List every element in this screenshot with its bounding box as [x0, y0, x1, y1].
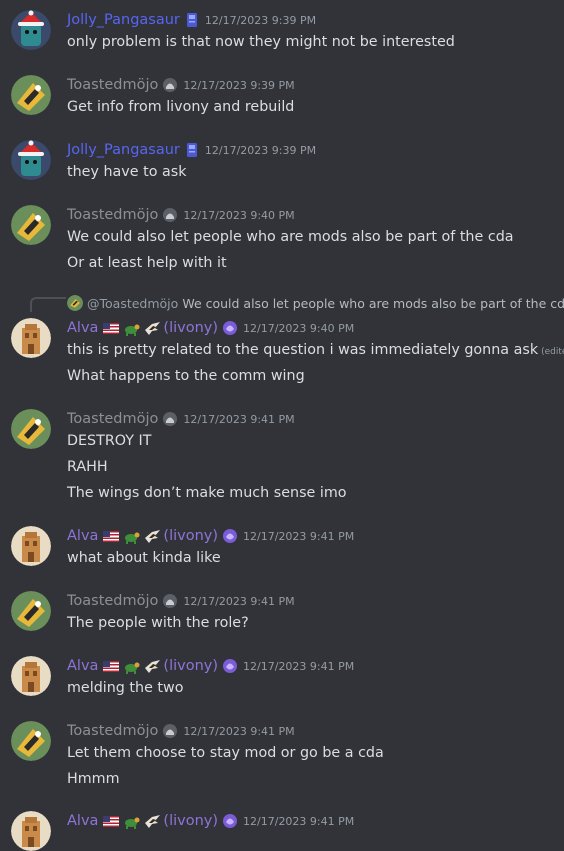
reply-connector — [30, 297, 66, 312]
avatar[interactable] — [11, 526, 51, 566]
turtle-emoji-icon — [123, 659, 140, 674]
message-text: Get info from livony and rebuild — [67, 99, 295, 115]
avatar[interactable] — [11, 721, 51, 761]
helmet-badge-icon[interactable] — [162, 207, 183, 223]
turtle-emoji-icon — [123, 814, 140, 829]
username[interactable]: Toastedmöjo — [67, 593, 158, 609]
avatar[interactable] — [11, 205, 51, 245]
message-text: this is pretty related to the question i… — [67, 340, 564, 360]
us-flag-icon — [103, 815, 120, 827]
reply-preview[interactable]: @Toastedmöjo We could also let people wh… — [67, 294, 564, 312]
avatar[interactable] — [11, 409, 51, 449]
username-suffix[interactable]: (livony) — [163, 528, 218, 544]
username[interactable]: Toastedmöjo — [67, 411, 158, 427]
message-header: Alva (livony) 12/17/2023 9:41 PM — [67, 811, 354, 831]
timestamp: 12/17/2023 9:39 PM — [183, 78, 295, 92]
reply-avatar — [67, 295, 83, 311]
username[interactable]: Jolly_Pangasaur — [67, 142, 180, 158]
message-text: Let them choose to stay mod or go be a c… — [67, 745, 384, 761]
message-header: Alva (livony) 12/17/2023 9:40 PM — [67, 318, 354, 338]
message-text: what about kinda like — [67, 550, 221, 566]
book-badge-icon[interactable] — [184, 142, 205, 158]
eagle-emoji-icon — [144, 659, 161, 674]
message-text: melding the two — [67, 680, 184, 696]
us-flag-icon — [103, 322, 120, 334]
us-flag-icon — [103, 530, 120, 542]
username[interactable]: Jolly_Pangasaur — [67, 12, 180, 28]
message-header: Toastedmöjo 12/17/2023 9:41 PM — [67, 591, 295, 611]
username[interactable]: Toastedmöjo — [67, 207, 158, 223]
timestamp: 12/17/2023 9:41 PM — [183, 594, 295, 608]
message-header: Jolly_Pangasaur 12/17/2023 9:39 PM — [67, 10, 316, 30]
turtle-emoji-icon — [123, 321, 140, 336]
username[interactable]: Alva — [67, 320, 98, 336]
message-text: The people with the role? — [67, 615, 249, 631]
avatar[interactable] — [11, 75, 51, 115]
username[interactable]: Alva — [67, 528, 98, 544]
avatar[interactable] — [11, 811, 51, 851]
timestamp: 12/17/2023 9:41 PM — [243, 659, 355, 673]
purple-badge-icon[interactable] — [222, 320, 243, 336]
eagle-emoji-icon — [144, 321, 161, 336]
purple-badge-icon[interactable] — [222, 528, 243, 544]
username-suffix[interactable]: (livony) — [163, 658, 218, 674]
us-flag-icon — [103, 660, 120, 672]
helmet-badge-icon[interactable] — [162, 593, 183, 609]
eagle-emoji-icon — [144, 529, 161, 544]
message-text: We could also let people who are mods al… — [67, 229, 514, 245]
username[interactable]: Toastedmöjo — [67, 77, 158, 93]
reply-text[interactable]: We could also let people who are mods al… — [182, 296, 564, 311]
avatar[interactable] — [11, 318, 51, 358]
timestamp: 12/17/2023 9:40 PM — [243, 321, 355, 335]
chat-message-list: @Toastedmöjo We could also let people wh… — [0, 0, 564, 851]
username[interactable]: Alva — [67, 658, 98, 674]
message-header: Alva (livony) 12/17/2023 9:41 PM — [67, 526, 354, 546]
timestamp: 12/17/2023 9:41 PM — [243, 814, 355, 828]
message-header: Toastedmöjo 12/17/2023 9:41 PM — [67, 721, 295, 741]
timestamp: 12/17/2023 9:41 PM — [183, 412, 295, 426]
message-header: Toastedmöjo 12/17/2023 9:39 PM — [67, 75, 295, 95]
timestamp: 12/17/2023 9:40 PM — [183, 208, 295, 222]
avatar[interactable] — [11, 656, 51, 696]
username[interactable]: Toastedmöjo — [67, 723, 158, 739]
edited-label: (edited) — [541, 347, 564, 357]
message-text: they have to ask — [67, 164, 187, 180]
eagle-emoji-icon — [144, 814, 161, 829]
helmet-badge-icon[interactable] — [162, 411, 183, 427]
avatar[interactable] — [11, 591, 51, 631]
message-header: Alva (livony) 12/17/2023 9:41 PM — [67, 656, 354, 676]
message-text: Or at least help with it — [67, 255, 227, 271]
avatar[interactable] — [11, 140, 51, 180]
message-text: Hmmm — [67, 771, 120, 787]
message-header: Toastedmöjo 12/17/2023 9:41 PM — [67, 409, 295, 429]
message-text: What happens to the comm wing — [67, 368, 305, 384]
timestamp: 12/17/2023 9:39 PM — [204, 143, 317, 157]
message-text: DESTROY IT — [67, 433, 152, 449]
reply-author[interactable]: @Toastedmöjo — [87, 296, 178, 311]
message-text: The wings don’t make much sense imo — [67, 485, 347, 501]
message-text: only problem is that now they might not … — [67, 34, 455, 50]
book-badge-icon[interactable] — [184, 12, 205, 28]
message-header: Jolly_Pangasaur 12/17/2023 9:39 PM — [67, 140, 316, 160]
avatar[interactable] — [11, 10, 51, 50]
message-text: RAHH — [67, 459, 108, 475]
timestamp: 12/17/2023 9:39 PM — [204, 13, 317, 27]
helmet-badge-icon[interactable] — [162, 77, 183, 93]
message-header: Toastedmöjo 12/17/2023 9:40 PM — [67, 205, 295, 225]
purple-badge-icon[interactable] — [222, 658, 243, 674]
username-suffix[interactable]: (livony) — [163, 320, 218, 336]
timestamp: 12/17/2023 9:41 PM — [183, 724, 295, 738]
turtle-emoji-icon — [123, 529, 140, 544]
timestamp: 12/17/2023 9:41 PM — [243, 529, 355, 543]
helmet-badge-icon[interactable] — [162, 723, 183, 739]
